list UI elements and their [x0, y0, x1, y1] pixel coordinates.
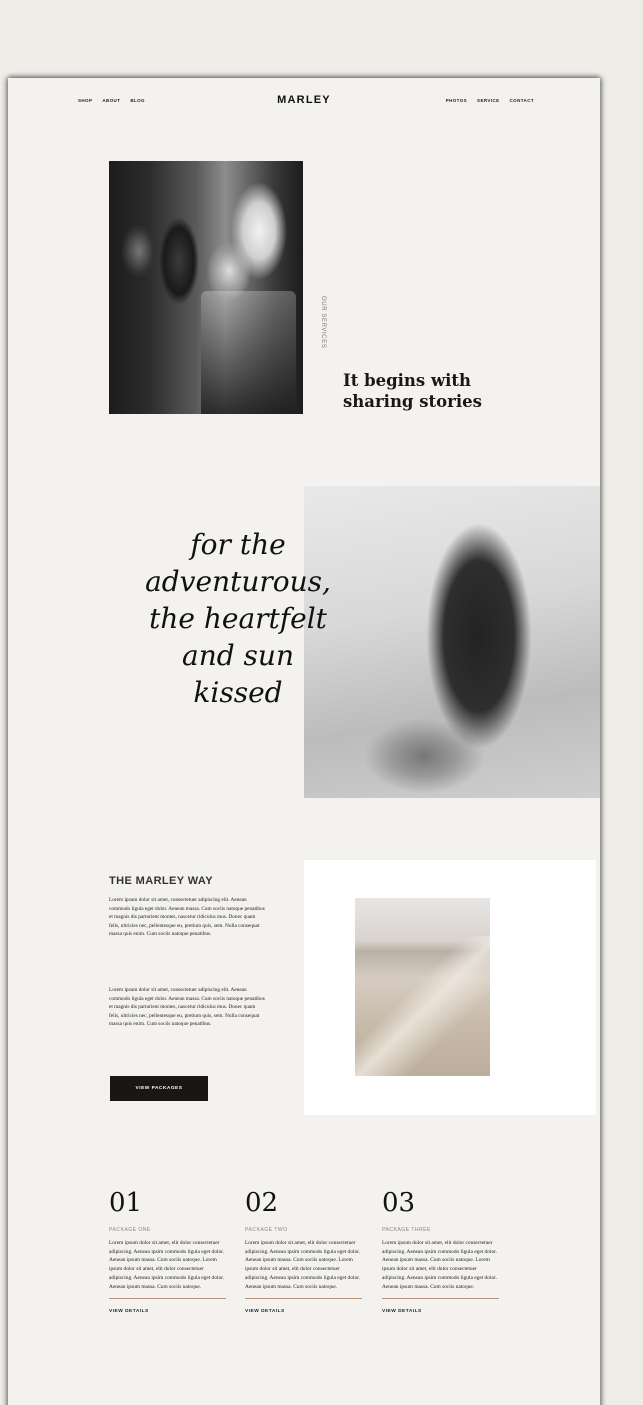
script-line-4: and sun [182, 639, 294, 672]
intro-heading: It begins with sharing stories [343, 370, 482, 412]
intro-heading-line-2: sharing stories [343, 392, 482, 411]
script-tagline: for the adventurous, the heartfelt and s… [108, 526, 368, 711]
package-number: 01 [109, 1188, 143, 1218]
script-line-3: the heartfelt [149, 602, 327, 635]
nav-right: PHOTOS SERVICE CONTACT [446, 98, 534, 103]
view-packages-button[interactable]: VIEW PACKAGES [110, 1076, 208, 1101]
intro-heading-line-1: It begins with [343, 371, 472, 390]
marley-way-paragraph-2: Lorem ipsum dolor sit amet, consectetuer… [109, 987, 265, 1028]
script-line-5: kissed [193, 676, 283, 709]
script-line-1: for the [190, 528, 286, 561]
package-divider [245, 1298, 362, 1300]
makeup-brushes-photo [109, 161, 303, 414]
view-details-link[interactable]: VIEW DETAILS [382, 1309, 422, 1314]
marley-way-paragraph-1: Lorem ipsum dolor sit amet, consectetuer… [109, 897, 265, 938]
nav-link-service[interactable]: SERVICE [477, 98, 499, 103]
package-number: 03 [382, 1188, 416, 1218]
package-card-3: 03 PACKAGE THREE Lorem ipsum dolor sit a… [382, 1188, 499, 1317]
package-card-2: 02 PACKAGE TWO Lorem ipsum dolor sit ame… [245, 1188, 362, 1317]
package-number: 02 [245, 1188, 279, 1218]
desert-dune-photo [355, 898, 490, 1076]
package-name: PACKAGE ONE [109, 1227, 151, 1233]
nav-link-contact[interactable]: CONTACT [510, 98, 534, 103]
package-divider [382, 1298, 499, 1300]
package-description: Lorem ipsum dolor sit amet, elit dolor c… [382, 1240, 497, 1290]
package-name: PACKAGE TWO [245, 1227, 288, 1233]
package-card-1: 01 PACKAGE ONE Lorem ipsum dolor sit ame… [109, 1188, 226, 1317]
package-description: Lorem ipsum dolor sit amet, elit dolor c… [245, 1240, 360, 1290]
nav-link-photos[interactable]: PHOTOS [446, 98, 467, 103]
package-divider [109, 1298, 226, 1300]
script-line-2: adventurous, [145, 565, 331, 598]
website-mockup-page: SHOP ABOUT BLOG MARLEY PHOTOS SERVICE CO… [8, 78, 600, 1405]
package-description: Lorem ipsum dolor sit amet, elit dolor c… [109, 1240, 224, 1290]
section-vertical-label: OUR SERVICES [320, 296, 326, 349]
view-details-link[interactable]: VIEW DETAILS [109, 1309, 149, 1314]
marley-way-title: THE MARLEY WAY [109, 875, 214, 887]
package-name: PACKAGE THREE [382, 1227, 431, 1233]
view-details-link[interactable]: VIEW DETAILS [245, 1309, 285, 1314]
